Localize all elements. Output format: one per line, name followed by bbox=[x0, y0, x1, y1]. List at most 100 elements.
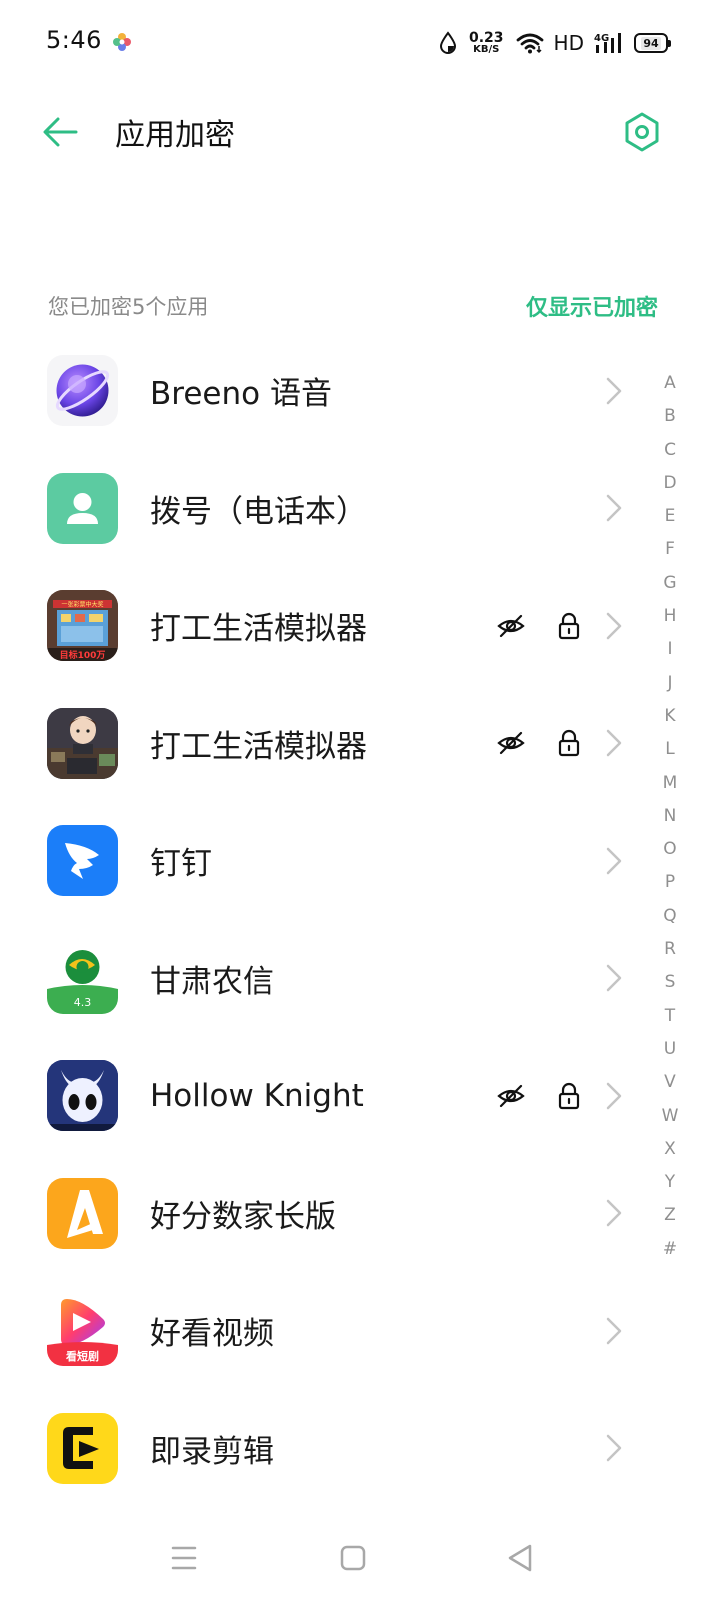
index-letter-u[interactable]: U bbox=[664, 1033, 676, 1066]
index-letter-h[interactable]: H bbox=[664, 600, 677, 633]
app-row-breeno[interactable]: Breeno 语音 bbox=[0, 332, 650, 450]
contacts-app-icon bbox=[47, 472, 118, 544]
work-sim-app-icon: 一张彩票中大奖 目标100万 bbox=[47, 590, 118, 662]
index-letter-c[interactable]: C bbox=[664, 434, 676, 467]
lock-icon[interactable] bbox=[554, 728, 584, 758]
index-letter-b[interactable]: B bbox=[664, 400, 676, 433]
battery-level: 94 bbox=[641, 36, 661, 50]
encrypted-summary: 您已加密5个应用 仅显示已加密 bbox=[48, 288, 658, 324]
app-row-work-sim-1[interactable]: 一张彩票中大奖 目标100万 打工生活模拟器 bbox=[0, 567, 650, 685]
index-letter-n[interactable]: N bbox=[664, 800, 677, 833]
app-row-jilu[interactable]: 即录剪辑 bbox=[0, 1390, 650, 1508]
alphabet-index-bar[interactable]: A B C D E F G H I J K L M N O P Q R S T U V W X Y Z # bbox=[656, 367, 684, 1266]
app-name: 甘肃农信 bbox=[150, 963, 274, 1000]
eye-hidden-icon[interactable] bbox=[496, 728, 526, 758]
dingtalk-app-icon bbox=[47, 825, 118, 897]
index-letter-g[interactable]: G bbox=[663, 567, 676, 600]
index-letter-s[interactable]: S bbox=[665, 966, 676, 999]
index-letter-p[interactable]: P bbox=[665, 866, 675, 899]
index-letter-q[interactable]: Q bbox=[663, 900, 676, 933]
app-header: 应用加密 bbox=[0, 96, 720, 168]
index-letter-l[interactable]: L bbox=[665, 733, 674, 766]
hexagon-gear-icon[interactable] bbox=[620, 110, 664, 154]
chevron-right-icon bbox=[606, 495, 622, 522]
app-row-haofenshu[interactable]: 好分数家长版 bbox=[0, 1155, 650, 1273]
back-triangle-icon[interactable] bbox=[496, 1538, 546, 1578]
haokan-video-app-icon: 看短剧 bbox=[47, 1295, 118, 1367]
app-row-haokan[interactable]: 看短剧 好看视频 bbox=[0, 1272, 650, 1390]
eye-hidden-icon[interactable] bbox=[496, 611, 526, 641]
index-letter-r[interactable]: R bbox=[664, 933, 676, 966]
index-letter-hash[interactable]: # bbox=[663, 1233, 677, 1266]
menu-icon[interactable] bbox=[159, 1538, 209, 1578]
work-sim-icon-caption-top: 一张彩票中大奖 bbox=[61, 601, 103, 609]
index-letter-v[interactable]: V bbox=[664, 1066, 676, 1099]
app-name: 好分数家长版 bbox=[150, 1198, 336, 1235]
page-title: 应用加密 bbox=[115, 118, 235, 153]
network-speed-value: 0.23 bbox=[469, 30, 504, 46]
index-letter-e[interactable]: E bbox=[665, 500, 676, 533]
hollow-knight-app-icon bbox=[47, 1060, 118, 1132]
network-speed-unit: KB/S bbox=[473, 44, 500, 55]
chevron-right-icon bbox=[606, 847, 622, 874]
app-name: 好看视频 bbox=[150, 1316, 274, 1353]
hd-voice-indicator: HD bbox=[553, 31, 584, 55]
battery-icon: 94 bbox=[634, 33, 671, 53]
app-list: Breeno 语音 拨号（电话本） 一张彩票中大奖 目标100万 打工生活模拟器… bbox=[0, 332, 650, 1507]
wifi-icon bbox=[516, 33, 543, 54]
chevron-right-icon bbox=[606, 1317, 622, 1344]
app-icon-badge: 4.3 bbox=[74, 996, 92, 1009]
cell-signal-icon: 4G bbox=[594, 33, 621, 53]
lock-icon[interactable] bbox=[554, 611, 584, 641]
gansu-nongxin-app-icon: 4.3 bbox=[47, 942, 118, 1014]
index-letter-d[interactable]: D bbox=[663, 467, 676, 500]
chevron-right-icon bbox=[606, 1082, 622, 1109]
status-indicators: 0.23 KB/S HD 4G 94 bbox=[439, 26, 671, 60]
lock-icon[interactable] bbox=[554, 1081, 584, 1111]
index-letter-i[interactable]: I bbox=[667, 633, 672, 666]
status-time: 5:46 bbox=[46, 26, 102, 54]
haofenshu-app-icon bbox=[47, 1177, 118, 1249]
app-name: 打工生活模拟器 bbox=[150, 611, 367, 648]
eye-hidden-icon[interactable] bbox=[496, 1081, 526, 1111]
index-letter-y[interactable]: Y bbox=[665, 1166, 675, 1199]
app-name: 拨号（电话本） bbox=[150, 493, 367, 530]
breeno-app-icon bbox=[47, 355, 118, 427]
index-letter-w[interactable]: W bbox=[662, 1100, 679, 1133]
index-letter-a[interactable]: A bbox=[664, 367, 676, 400]
index-letter-t[interactable]: T bbox=[665, 1000, 675, 1033]
chevron-right-icon bbox=[606, 612, 622, 639]
notification-app-icon bbox=[113, 33, 131, 51]
system-nav-bar bbox=[0, 1514, 720, 1600]
index-letter-z[interactable]: Z bbox=[664, 1199, 676, 1232]
chevron-right-icon bbox=[606, 1435, 622, 1462]
app-name: 钉钉 bbox=[150, 846, 212, 883]
jilu-editor-app-icon bbox=[47, 1412, 118, 1484]
index-letter-j[interactable]: J bbox=[667, 667, 672, 700]
app-row-work-sim-2[interactable]: 打工生活模拟器 bbox=[0, 685, 650, 803]
index-letter-o[interactable]: O bbox=[663, 833, 676, 866]
chevron-right-icon bbox=[606, 730, 622, 757]
app-row-hollow-knight[interactable]: Hollow Knight bbox=[0, 1037, 650, 1155]
app-row-gansu-nongxin[interactable]: 4.3 甘肃农信 bbox=[0, 920, 650, 1038]
show-encrypted-only-link[interactable]: 仅显示已加密 bbox=[526, 290, 658, 322]
index-letter-k[interactable]: K bbox=[664, 700, 675, 733]
home-square-icon[interactable] bbox=[328, 1538, 378, 1578]
arrow-left-icon[interactable] bbox=[38, 112, 82, 152]
data-saver-drop-icon bbox=[439, 31, 457, 54]
app-row-dialer[interactable]: 拨号（电话本） bbox=[0, 450, 650, 568]
encrypted-count-text: 您已加密5个应用 bbox=[48, 295, 209, 319]
row-actions bbox=[496, 1081, 584, 1111]
app-row-dingtalk[interactable]: 钉钉 bbox=[0, 802, 650, 920]
app-name: Breeno 语音 bbox=[150, 376, 332, 413]
status-bar: 5:46 0.23 KB/S HD 4G 94 bbox=[0, 0, 720, 86]
work-sim-app-icon bbox=[47, 707, 118, 779]
chevron-right-icon bbox=[606, 1200, 622, 1227]
index-letter-f[interactable]: F bbox=[665, 533, 675, 566]
app-icon-badge: 看短剧 bbox=[66, 1349, 99, 1363]
work-sim-icon-caption-bottom: 目标100万 bbox=[60, 649, 106, 661]
index-letter-m[interactable]: M bbox=[663, 767, 678, 800]
row-actions bbox=[496, 611, 584, 641]
row-actions bbox=[496, 728, 584, 758]
index-letter-x[interactable]: X bbox=[664, 1133, 676, 1166]
